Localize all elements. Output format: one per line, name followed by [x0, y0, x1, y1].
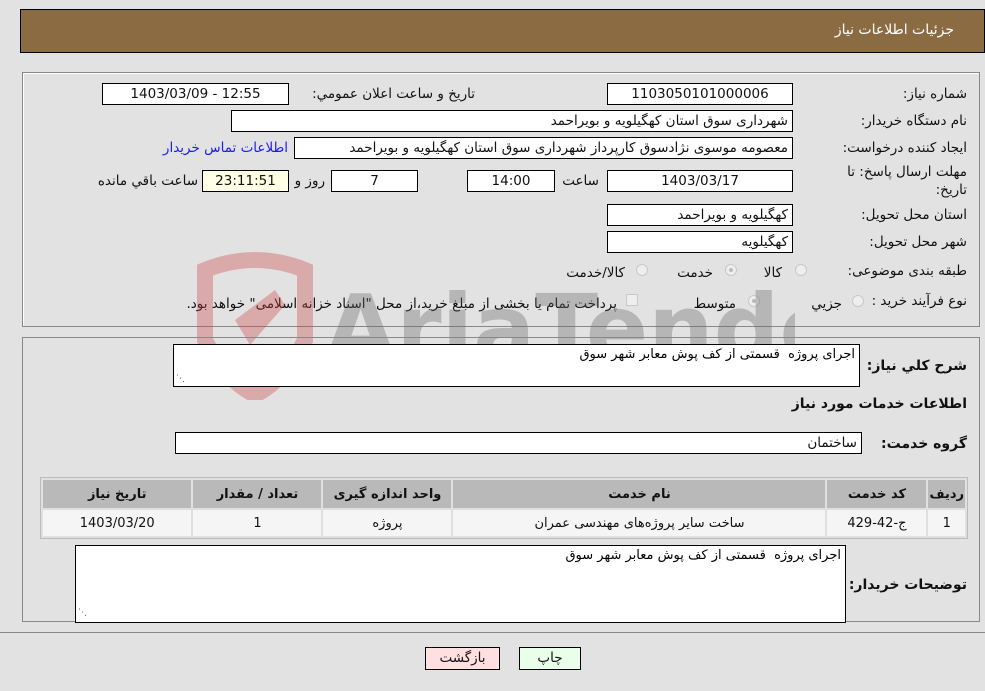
treasury-checkbox[interactable]: [626, 294, 638, 306]
process-option-minor: جزيي: [811, 296, 842, 312]
col-header-service-code: کد خدمت: [827, 480, 927, 508]
cell-need-date: 1403/03/20: [43, 510, 192, 536]
col-header-quantity: تعداد / مقدار: [193, 480, 322, 508]
table-header-row: رديف کد خدمت نام خدمت واحد اندازه گيری ت…: [43, 480, 965, 508]
city-field: کهگیلویه: [607, 231, 793, 253]
category-label: طبقه بندی موضوعی:: [847, 263, 967, 279]
category-radio-service[interactable]: [725, 264, 737, 276]
services-table: رديف کد خدمت نام خدمت واحد اندازه گيری ت…: [40, 477, 968, 539]
category-option-goods: کالا: [763, 265, 782, 281]
province-field: کهگیلویه و بویراحمد: [607, 204, 793, 226]
city-label: شهر محل تحویل:: [869, 234, 967, 250]
days-label: روز و: [294, 173, 325, 189]
table-row: 1 ج-42-429 ساخت سایر پروژه‌های مهندسی عم…: [43, 510, 965, 536]
category-radio-goods[interactable]: [795, 264, 807, 276]
print-button[interactable]: چاپ: [519, 647, 581, 670]
process-radio-medium[interactable]: [748, 295, 760, 307]
footer-divider: [0, 632, 985, 633]
cell-service-code: ج-42-429: [827, 510, 927, 536]
cell-row-number: 1: [928, 510, 965, 536]
announce-field: 1403/03/09 - 12:55: [102, 83, 289, 105]
page-header: جزئیات اطلاعات نیاز: [20, 9, 985, 53]
resize-grip-icon[interactable]: ⋰: [176, 374, 185, 384]
service-group-field: ساختمان: [175, 432, 862, 454]
province-label: استان محل تحویل:: [861, 207, 967, 223]
buyer-org-field: شهرداری سوق استان کهگیلویه و بویراحمد: [231, 110, 793, 132]
cell-service-name: ساخت سایر پروژه‌های مهندسی عمران: [453, 510, 826, 536]
announce-label: تاريخ و ساعت اعلان عمومي:: [312, 86, 475, 102]
deadline-time-label: ساعت: [562, 173, 599, 189]
need-number-label: شماره نیاز:: [902, 86, 967, 102]
category-option-service: خدمت: [677, 265, 713, 281]
buyer-contact-link[interactable]: اطلاعات تماس خریدار: [163, 140, 288, 156]
buyer-notes-textarea[interactable]: اجرای پروژه قسمتی از کف پوش معابر شهر سو…: [75, 545, 846, 623]
back-button[interactable]: بازگشت: [425, 647, 500, 670]
need-number-field: 1103050101000006: [607, 83, 793, 105]
deadline-label-line2: تاریخ:: [935, 182, 967, 198]
buyer-org-label: نام دستگاه خریدار:: [860, 113, 967, 129]
description-label: شرح كلي نياز:: [866, 358, 967, 374]
deadline-date-field: 1403/03/17: [607, 170, 793, 192]
description-textarea[interactable]: اجرای پروژه قسمتی از کف پوش معابر شهر سو…: [173, 344, 860, 387]
treasury-note: پرداخت تمام یا بخشی از مبلغ خرید،از محل …: [186, 296, 617, 312]
page-title: جزئیات اطلاعات نیاز: [834, 22, 954, 38]
process-radio-minor[interactable]: [852, 295, 864, 307]
cell-quantity: 1: [193, 510, 322, 536]
col-header-row-number: رديف: [928, 480, 965, 508]
deadline-label-line1: مهلت ارسال پاسخ: تا: [847, 164, 967, 180]
resize-grip-icon[interactable]: ⋰: [78, 608, 87, 618]
col-header-service-name: نام خدمت: [453, 480, 826, 508]
col-header-unit: واحد اندازه گيری: [323, 480, 452, 508]
buyer-notes-label: توضیحات خریدار:: [848, 577, 967, 593]
requester-field: معصومه موسوی نژادسوق کارپرداز شهرداری سو…: [294, 137, 793, 159]
category-radio-goods-service[interactable]: [636, 264, 648, 276]
service-group-label: گروه خدمت:: [881, 436, 967, 452]
days-remaining-field: 7: [331, 170, 418, 192]
services-section-title: اطلاعات خدمات مورد نياز: [791, 396, 967, 412]
category-option-goods-service: کالا/خدمت: [566, 265, 625, 281]
time-remaining-field: 23:11:51: [202, 170, 289, 192]
time-remaining-label: ساعت باقي مانده: [97, 173, 198, 189]
col-header-need-date: تاريخ نياز: [43, 480, 192, 508]
cell-unit: پروژه: [323, 510, 452, 536]
process-label: نوع فرآیند خرید :: [871, 293, 967, 309]
process-option-medium: متوسط: [693, 296, 736, 312]
deadline-time-field: 14:00: [467, 170, 555, 192]
requester-label: ایجاد کننده درخواست:: [842, 140, 967, 156]
